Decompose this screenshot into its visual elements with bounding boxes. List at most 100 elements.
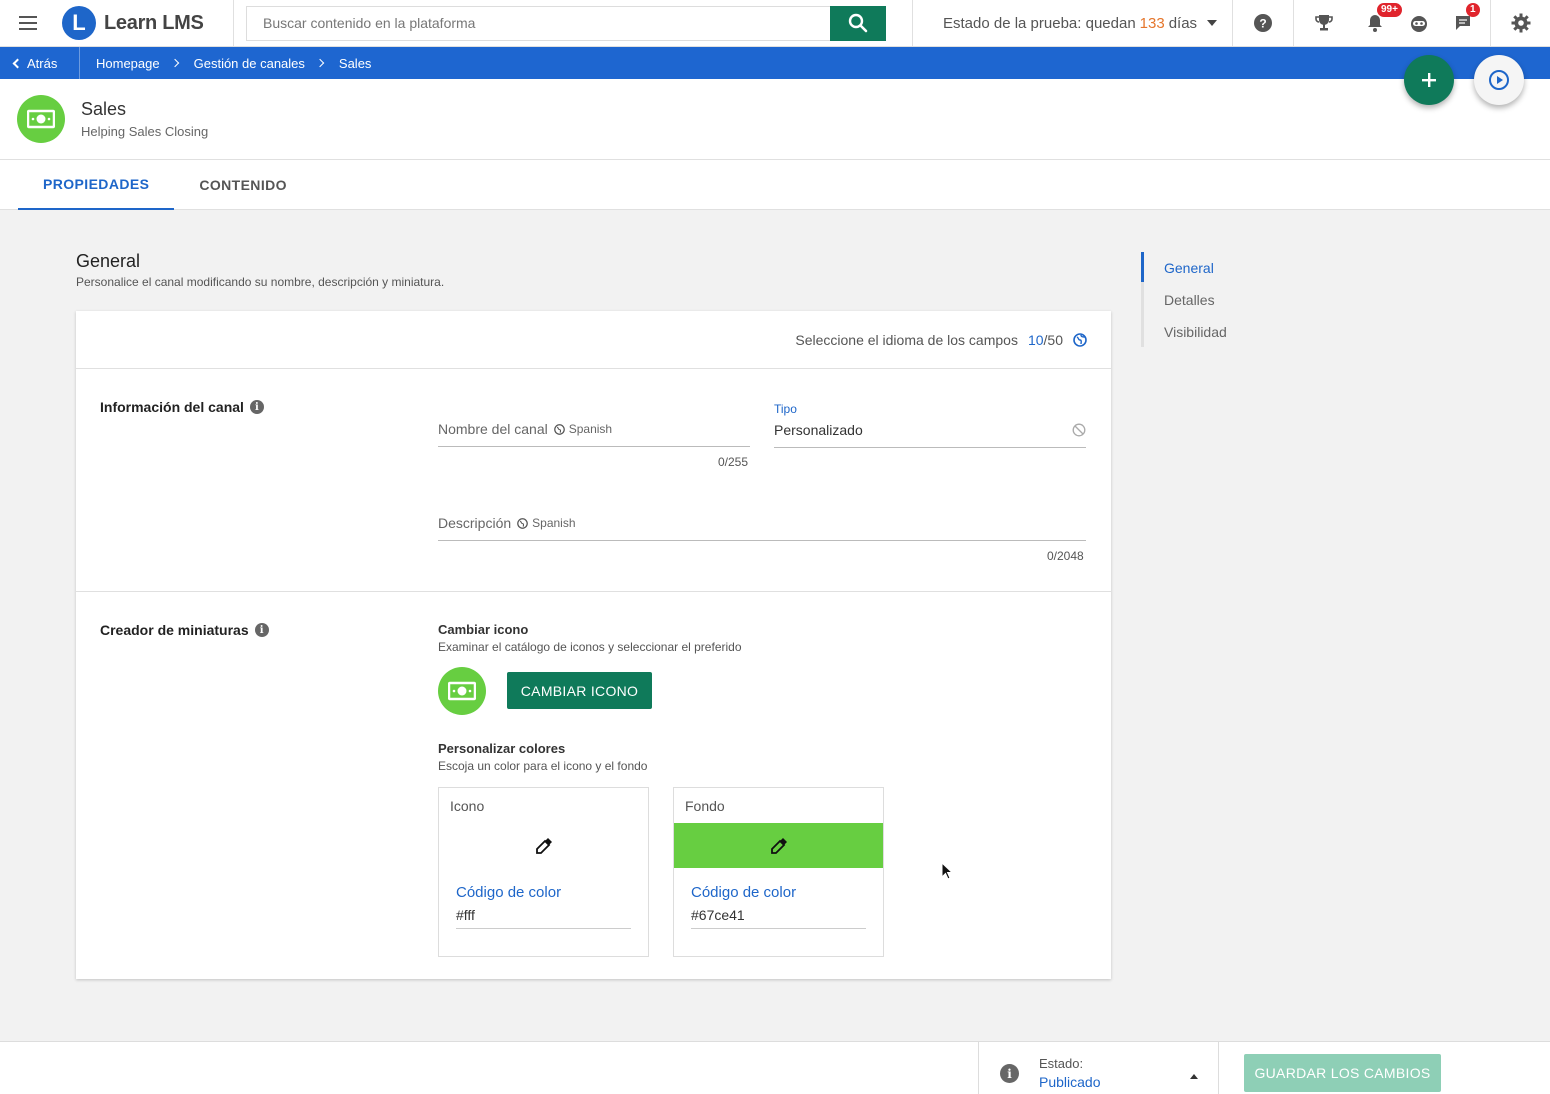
globe-icon <box>553 423 565 435</box>
search-bar <box>246 5 886 41</box>
background-color-code-input[interactable]: #67ce41 <box>691 907 866 929</box>
search-icon <box>848 13 868 33</box>
eyedropper-icon <box>770 837 787 854</box>
colors-subtitle: Escoja un color para el icono y el fondo <box>438 759 648 773</box>
channel-header: Sales Helping Sales Closing <box>0 79 1550 160</box>
channel-name-counter: 0/255 <box>718 455 749 469</box>
language-count-value: 10 <box>1027 331 1044 348</box>
section-title: General <box>76 251 141 271</box>
icon-color-code-input[interactable]: #fff <box>456 907 631 929</box>
channel-name-lang-label: Spanish <box>568 422 613 436</box>
info-icon: i <box>1000 1064 1019 1083</box>
icon-color-box: Icono Código de color #fff <box>438 787 649 957</box>
tab-content[interactable]: CONTENIDO <box>174 160 312 210</box>
thumbnail-heading: Creador de miniaturas i <box>100 622 269 638</box>
section-nav-indicator <box>1141 252 1144 282</box>
info-icon[interactable]: i <box>249 400 264 414</box>
money-icon <box>27 109 55 129</box>
description-lang: Spanish <box>517 516 576 530</box>
channel-name-field[interactable]: Nombre del canal Spanish <box>438 421 750 447</box>
chevron-up-icon <box>1190 1074 1198 1079</box>
status-label: Estado: <box>1039 1056 1084 1071</box>
preview-button[interactable] <box>1474 55 1524 105</box>
description-counter: 0/2048 <box>1047 549 1084 563</box>
language-selector-label: Seleccione el idioma de los campos <box>795 331 1018 348</box>
eyedropper-icon <box>535 837 552 854</box>
channel-info-label: Información del canal <box>100 399 244 415</box>
description-lang-label: Spanish <box>532 516 576 530</box>
colors-title: Personalizar colores <box>438 741 566 756</box>
channel-name-label: Nombre del canal <box>438 421 548 437</box>
page-subtitle: Helping Sales Closing <box>81 124 209 139</box>
menu-icon[interactable] <box>0 0 56 47</box>
save-button[interactable]: GUARDAR LOS CAMBIOS <box>1244 1054 1441 1092</box>
chevron-down-icon <box>1207 20 1218 26</box>
search-input[interactable] <box>246 5 830 41</box>
trial-days: 133 <box>1139 14 1165 32</box>
thumbnail-section: Creador de miniaturas i Cambiar icono Ex… <box>76 592 1111 979</box>
thumbnail-label: Creador de miniaturas <box>100 622 249 638</box>
change-icon-button[interactable]: CAMBIAR ICONO <box>507 672 652 709</box>
channel-name-lang: Spanish <box>553 422 613 436</box>
background-color-box: Fondo Código de color #67ce41 <box>673 787 884 957</box>
brand-logo: L <box>62 6 96 40</box>
plus-icon <box>1422 73 1436 87</box>
search-button[interactable] <box>830 5 886 41</box>
breadcrumb-current: Sales <box>338 55 372 71</box>
type-label: Tipo <box>774 402 797 416</box>
background-color-title: Fondo <box>685 798 725 814</box>
background-color-code-label: Código de color <box>691 884 797 901</box>
top-icons: ? 99+ 1 <box>1232 0 1485 47</box>
play-circle-icon <box>1489 70 1509 90</box>
tabs: PROPIEDADES CONTENIDO <box>0 160 1550 210</box>
background-color-swatch[interactable] <box>674 823 883 868</box>
globe-icon <box>517 517 528 529</box>
footer-bar: i Estado: Publicado GUARDAR LOS CAMBIOS <box>0 1041 1550 1094</box>
change-icon-title: Cambiar icono <box>438 622 529 637</box>
brand-name: Learn LMS <box>104 11 204 34</box>
svg-text:?: ? <box>1259 17 1266 31</box>
language-selector[interactable]: Seleccione el idioma de los campos 10/50 <box>76 311 1111 369</box>
page-title: Sales <box>81 99 127 119</box>
thumbnail-preview <box>438 667 486 715</box>
notifications-button[interactable]: 99+ <box>1353 0 1402 47</box>
top-bar: L Learn LMS Estado de la prueba: quedan … <box>0 0 1550 47</box>
messages-button[interactable]: 1 <box>1441 0 1485 47</box>
section-nav-details[interactable]: Detalles <box>1164 292 1215 308</box>
channel-info-section: Información del canal i Nombre del canal… <box>76 369 1111 592</box>
brand[interactable]: L Learn LMS <box>56 0 234 47</box>
globe-icon <box>1073 332 1087 347</box>
help-button[interactable]: ? <box>1233 0 1293 47</box>
breadcrumb-channels[interactable]: Gestión de canales <box>194 56 305 71</box>
chat-icon <box>1456 16 1470 30</box>
description-field[interactable]: Descripción Spanish <box>438 515 1086 541</box>
disabled-icon <box>1072 423 1086 437</box>
chevron-right-icon <box>315 58 325 68</box>
messages-badge: 1 <box>1466 2 1480 17</box>
add-button[interactable] <box>1404 55 1454 105</box>
icon-color-swatch[interactable] <box>439 823 648 868</box>
money-icon <box>448 681 476 701</box>
tab-properties[interactable]: PROPIEDADES <box>18 160 175 210</box>
back-label: Atrás <box>27 55 58 71</box>
trophy-button[interactable] <box>1293 0 1353 47</box>
language-count-total: /50 <box>1043 331 1063 348</box>
section-nav: General Detalles Visibilidad <box>1141 252 1291 347</box>
trial-status[interactable]: Estado de la prueba: quedan 133 días <box>912 0 1232 47</box>
section-nav-general[interactable]: General <box>1164 260 1214 276</box>
breadcrumb-bar: Atrás Homepage Gestión de canales Sales <box>0 47 1550 79</box>
mouse-cursor-icon <box>941 862 953 880</box>
change-icon-subtitle: Examinar el catálogo de iconos y selecci… <box>438 640 742 654</box>
icon-color-code-label: Código de color <box>456 884 562 901</box>
section-nav-visibility[interactable]: Visibilidad <box>1164 324 1227 340</box>
description-label: Descripción <box>438 515 512 531</box>
back-button[interactable]: Atrás <box>0 47 80 79</box>
breadcrumb: Homepage Gestión de canales Sales <box>80 56 371 71</box>
info-icon[interactable]: i <box>254 623 269 637</box>
settings-button[interactable] <box>1490 0 1550 47</box>
breadcrumb-homepage[interactable]: Homepage <box>96 56 160 71</box>
language-count: 10/50 <box>1028 332 1063 348</box>
assistant-button[interactable] <box>1397 0 1441 47</box>
general-card: Seleccione el idioma de los campos 10/50… <box>76 311 1111 979</box>
status-dropdown[interactable]: i Estado: Publicado <box>978 1042 1219 1094</box>
